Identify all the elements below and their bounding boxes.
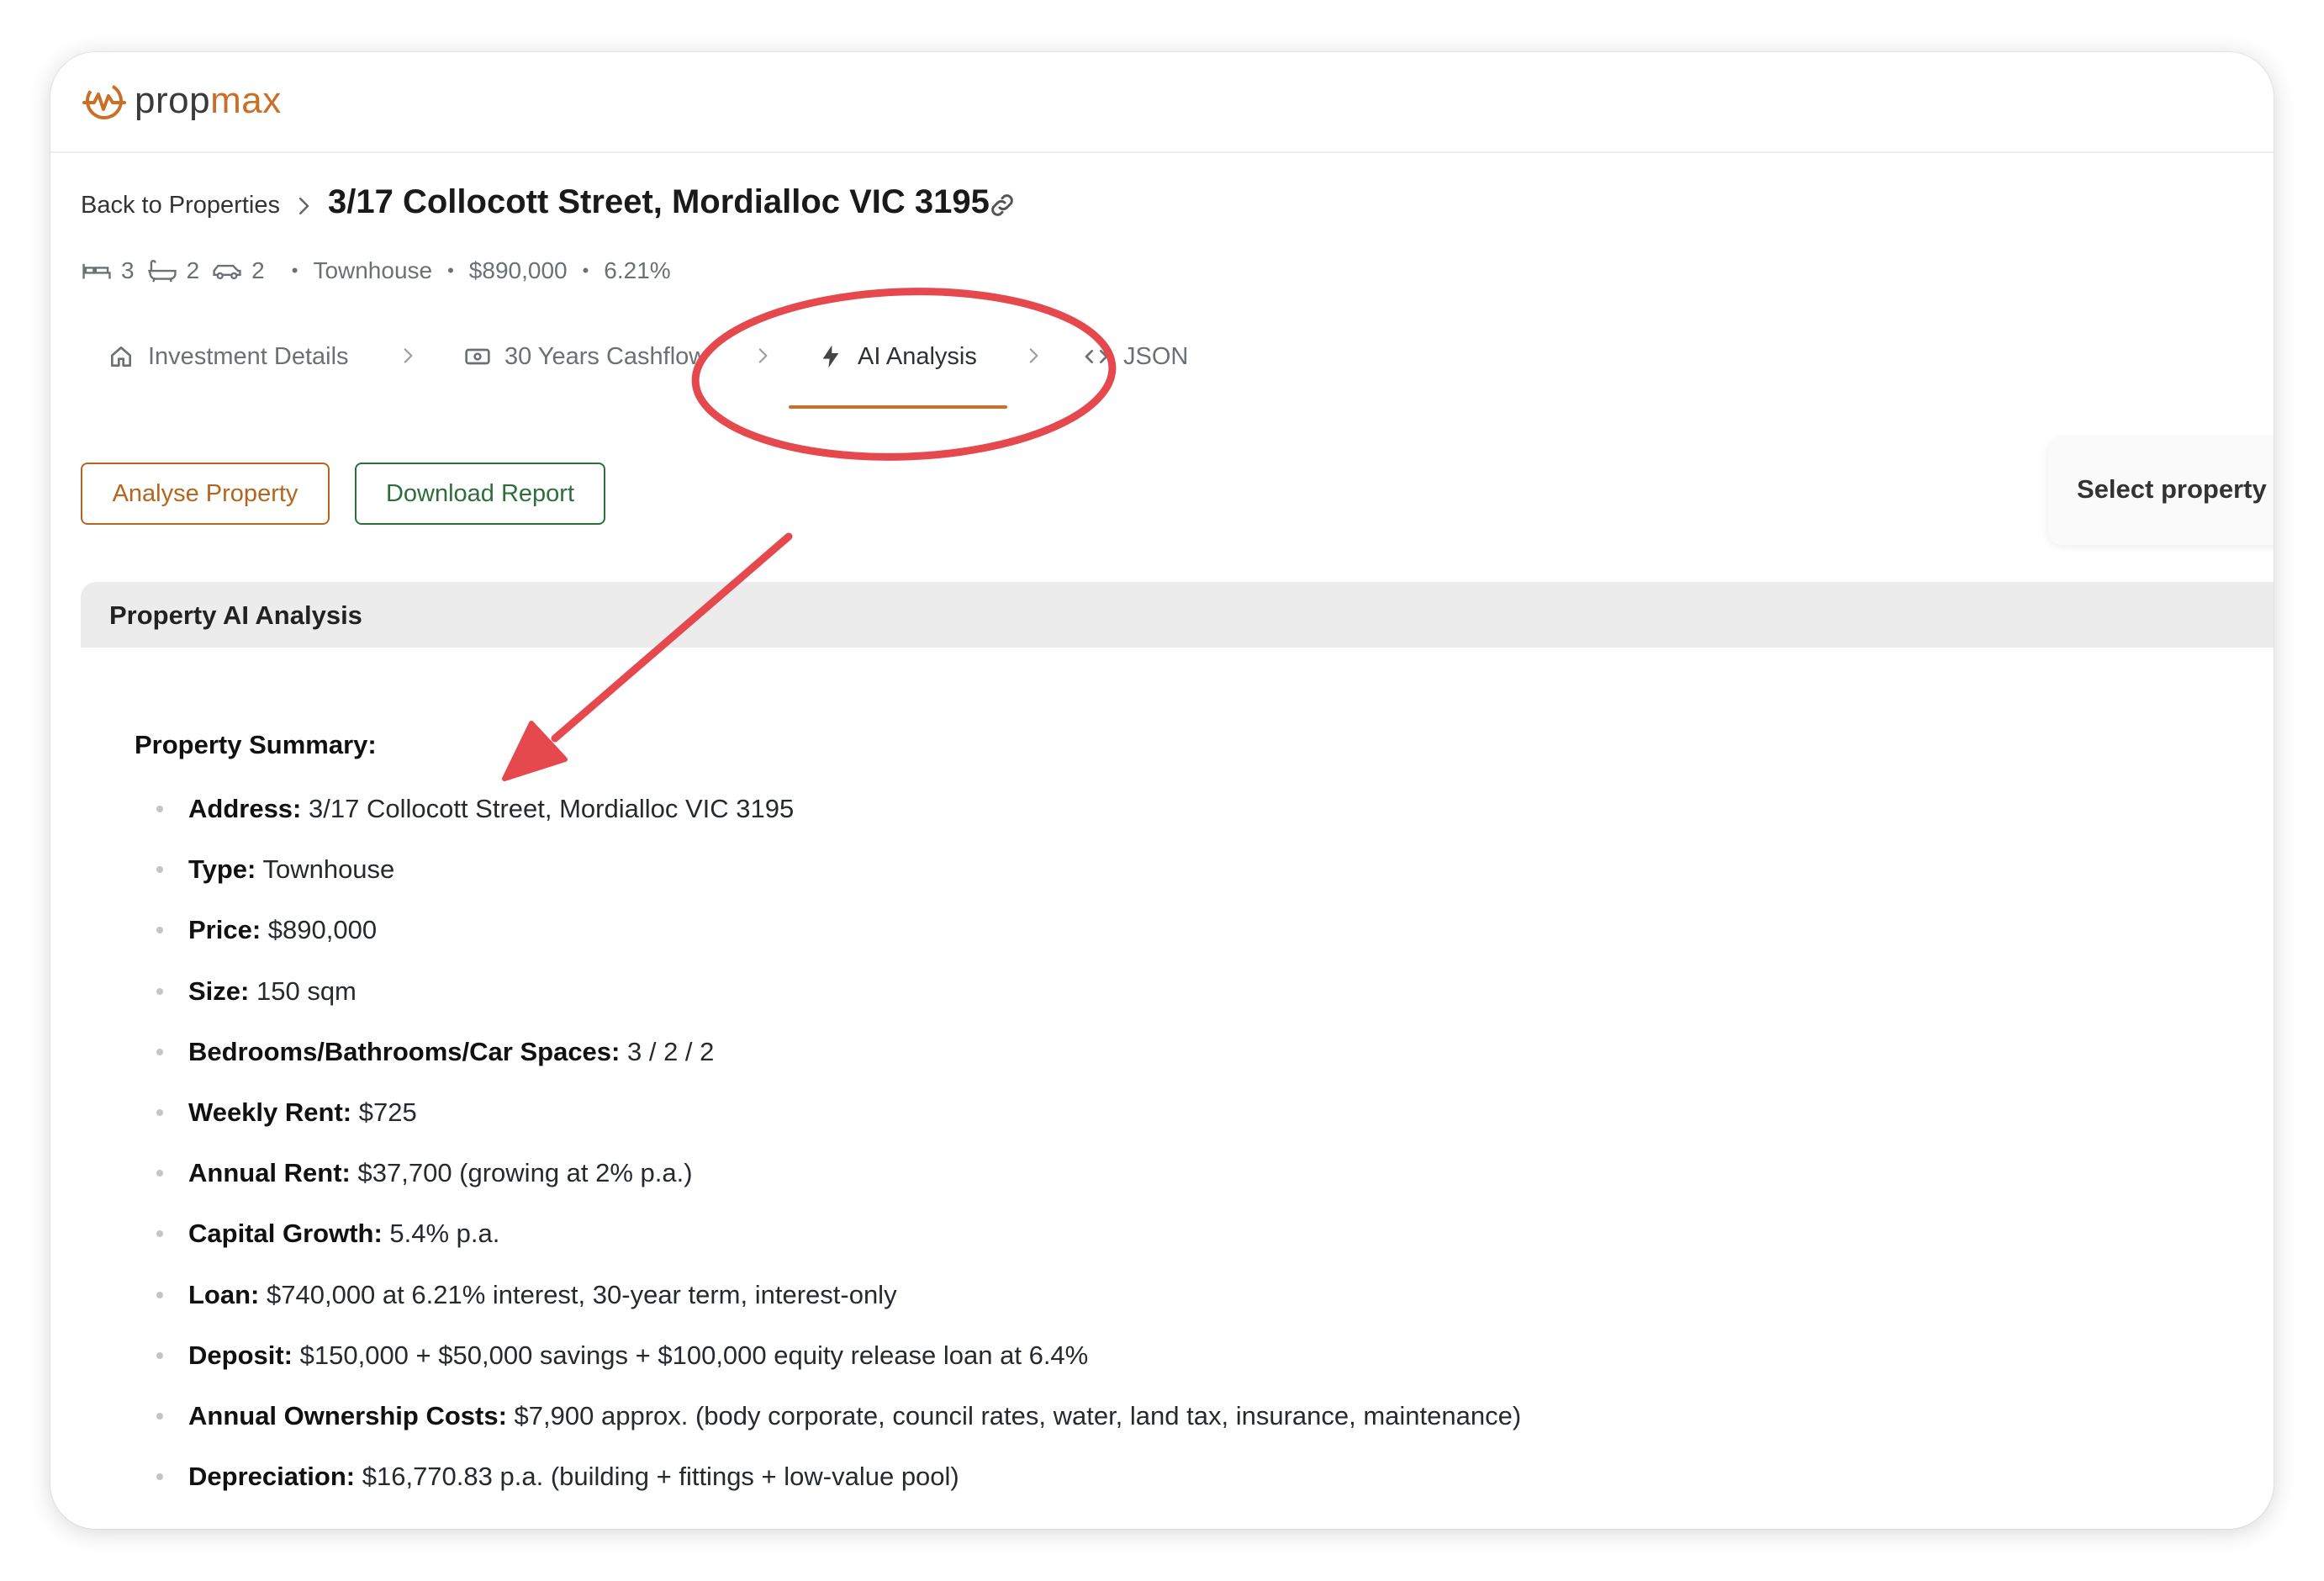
- top-bar: propmax: [50, 52, 2274, 153]
- brand-name: propmax: [135, 80, 282, 121]
- select-property-label: Select property: [2077, 474, 2267, 504]
- bedrooms-count: 3: [121, 257, 135, 283]
- list-item: Annual Ownership Costs: $7,900 approx. (…: [135, 1399, 1521, 1460]
- active-tab-indicator: [789, 405, 1007, 409]
- list-item: Price: $890,000: [135, 913, 1521, 974]
- page-title: 3/17 Collocott Street, Mordialloc VIC 31…: [328, 183, 990, 220]
- property-summary-list: Address: 3/17 Collocott Street, Mordiall…: [135, 792, 1521, 1520]
- select-property-panel[interactable]: Select property: [2048, 437, 2274, 545]
- tab-ai-analysis[interactable]: AI Analysis: [817, 338, 977, 375]
- bed-icon: [82, 263, 111, 279]
- analysis-panel-header: Property AI Analysis: [81, 582, 2274, 648]
- chevron-right-icon: [758, 348, 768, 363]
- list-item: Weekly Rent: $725: [135, 1096, 1521, 1156]
- download-report-button[interactable]: Download Report: [355, 463, 605, 525]
- property-meta: 3 2 2 • Townhouse • $890,000 • 6.21%: [81, 254, 671, 288]
- list-item: Type: Townhouse: [135, 853, 1521, 913]
- chevron-right-icon: [299, 198, 309, 214]
- list-item: Depreciation: $16,770.83 p.a. (building …: [135, 1460, 1521, 1520]
- list-item: Annual Rent: $37,700 (growing at 2% p.a.…: [135, 1156, 1521, 1217]
- list-item: Address: 3/17 Collocott Street, Mordiall…: [135, 792, 1521, 853]
- cash-icon: [465, 348, 490, 365]
- list-item: Loan: $740,000 at 6.21% interest, 30-yea…: [135, 1278, 1521, 1339]
- analysis-panel-title: Property AI Analysis: [109, 600, 362, 630]
- separator-dot: •: [447, 260, 454, 281]
- app-window: propmax Back to Properties 3/17 Collocot…: [50, 52, 2274, 1529]
- tab-json[interactable]: JSON: [1083, 338, 1188, 375]
- propmax-logo-icon: [82, 82, 126, 119]
- separator-dot: •: [291, 260, 298, 281]
- tab-30-years-cashflow[interactable]: 30 Years Cashflow: [464, 338, 706, 375]
- list-item: Size: 150 sqm: [135, 975, 1521, 1035]
- code-icon: [1085, 350, 1108, 363]
- property-summary-heading: Property Summary:: [135, 730, 377, 759]
- list-item: Capital Growth: 5.4% p.a.: [135, 1217, 1521, 1277]
- back-to-properties-link[interactable]: Back to Properties: [81, 192, 280, 219]
- chevron-right-icon: [404, 348, 413, 363]
- copy-link-icon[interactable]: [987, 190, 1017, 220]
- bolt-icon: [822, 345, 839, 368]
- property-price: $890,000: [468, 257, 568, 283]
- home-icon: [111, 346, 131, 367]
- separator-dot: •: [582, 260, 589, 281]
- interest-rate: 6.21%: [604, 257, 671, 283]
- property-type: Townhouse: [313, 257, 433, 283]
- brand-logo[interactable]: propmax: [81, 76, 282, 126]
- car-spaces-count: 2: [251, 257, 265, 283]
- chevron-right-icon: [1029, 348, 1038, 363]
- car-icon: [213, 264, 241, 280]
- list-item: Deposit: $150,000 + $50,000 savings + $1…: [135, 1339, 1521, 1399]
- list-item: Bedrooms/Bathrooms/Car Spaces: 3 / 2 / 2: [135, 1035, 1521, 1096]
- tab-investment-details[interactable]: Investment Details: [108, 338, 349, 375]
- analyse-property-button[interactable]: Analyse Property: [81, 463, 330, 525]
- bathrooms-count: 2: [186, 257, 200, 283]
- bath-icon: [147, 259, 177, 283]
